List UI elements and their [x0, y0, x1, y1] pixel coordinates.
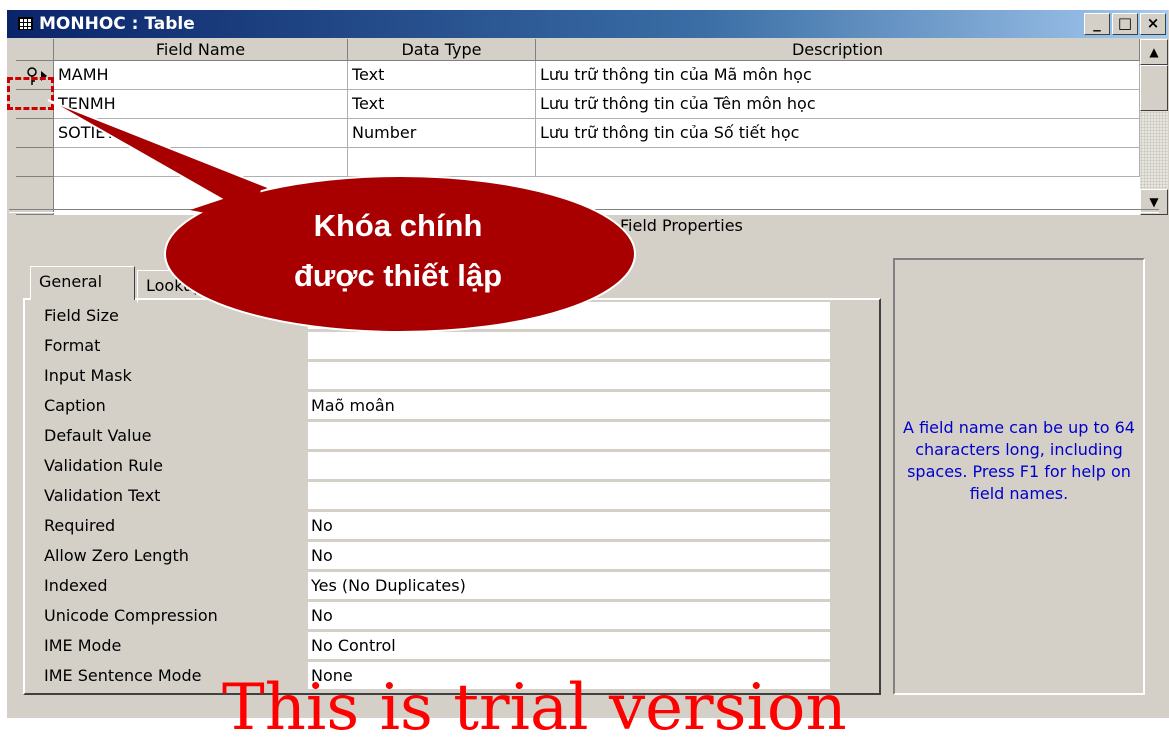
- property-value[interactable]: No: [308, 542, 830, 569]
- property-value[interactable]: No: [308, 602, 830, 629]
- scroll-up-arrow-icon[interactable]: ▲: [1140, 39, 1168, 65]
- property-label: Validation Text: [44, 486, 161, 505]
- property-value[interactable]: No Control: [308, 632, 830, 659]
- grid-vertical-scrollbar[interactable]: ▲ ▼: [1140, 39, 1168, 215]
- property-label: Required: [44, 516, 116, 535]
- help-text: A field name can be up to 64 characters …: [903, 418, 1135, 503]
- trial-watermark: This is trial version: [222, 671, 847, 745]
- property-value[interactable]: [308, 362, 830, 389]
- tab-general[interactable]: General: [30, 266, 135, 300]
- scroll-thumb[interactable]: [1140, 65, 1168, 111]
- property-label: Allow Zero Length: [44, 546, 189, 565]
- close-button[interactable]: ×: [1140, 13, 1166, 35]
- minimize-button[interactable]: _: [1084, 13, 1110, 35]
- property-label: Validation Rule: [44, 456, 163, 475]
- property-value[interactable]: [308, 422, 830, 449]
- property-value[interactable]: [308, 482, 830, 509]
- property-label: Input Mask: [44, 366, 132, 385]
- property-value[interactable]: [308, 452, 830, 479]
- property-value[interactable]: Maõ moân: [308, 392, 830, 419]
- callout-line2: được thiết lập: [294, 258, 502, 293]
- property-label: IME Mode: [44, 636, 122, 655]
- property-label: Unicode Compression: [44, 606, 218, 625]
- properties-scrollbar[interactable]: [831, 300, 877, 692]
- callout-line1: Khóa chính: [314, 208, 483, 243]
- property-label: IME Sentence Mode: [44, 666, 202, 685]
- property-label: Caption: [44, 396, 106, 415]
- property-label: Default Value: [44, 426, 152, 445]
- property-value[interactable]: Yes (No Duplicates): [308, 572, 830, 599]
- property-label: Indexed: [44, 576, 108, 595]
- restore-button[interactable]: □: [1112, 13, 1138, 35]
- property-value[interactable]: No: [308, 512, 830, 539]
- callout-pointer: [47, 99, 273, 207]
